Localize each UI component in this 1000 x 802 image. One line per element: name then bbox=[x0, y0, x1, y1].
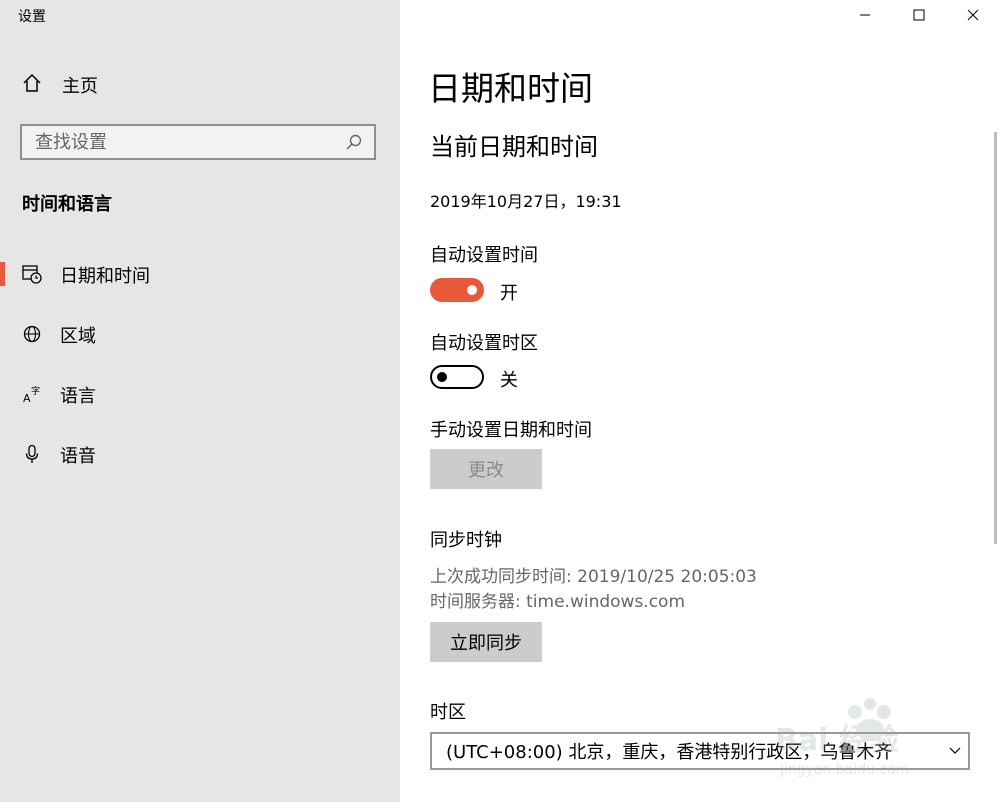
auto-timezone-toggle[interactable] bbox=[430, 365, 484, 389]
auto-time-toggle[interactable] bbox=[430, 278, 484, 302]
auto-timezone-state: 关 bbox=[500, 370, 518, 391]
microphone-icon bbox=[22, 444, 42, 464]
sidebar-item-label: 语音 bbox=[60, 446, 96, 467]
sidebar-item-region[interactable]: 区域 bbox=[0, 314, 400, 354]
sync-clock-label: 同步时钟 bbox=[430, 530, 502, 551]
home-label: 主页 bbox=[62, 76, 98, 97]
sidebar: 设置 主页 时间和语言 日期和时间 区域 A字 语言 bbox=[0, 0, 400, 802]
time-server-text: 时间服务器: time.windows.com bbox=[430, 592, 686, 612]
window-controls bbox=[838, 0, 1000, 30]
sidebar-item-label: 区域 bbox=[60, 326, 96, 347]
manual-datetime-label: 手动设置日期和时间 bbox=[430, 420, 592, 441]
search-box[interactable] bbox=[20, 124, 376, 160]
sidebar-item-label: 日期和时间 bbox=[60, 266, 150, 287]
current-datetime: 2019年10月27日，19:31 bbox=[430, 192, 622, 211]
auto-timezone-label: 自动设置时区 bbox=[430, 333, 538, 354]
section-title: 时间和语言 bbox=[22, 194, 112, 215]
calendar-clock-icon bbox=[22, 264, 42, 284]
baidu-watermark: Bai 经验 jingyan.baidu.com bbox=[760, 690, 960, 780]
active-indicator bbox=[0, 262, 5, 286]
watermark-text: Bai 经验 bbox=[775, 723, 899, 758]
home-nav-item[interactable]: 主页 bbox=[22, 72, 98, 98]
scrollbar[interactable] bbox=[994, 132, 997, 544]
close-button[interactable] bbox=[946, 0, 1000, 30]
timezone-label: 时区 bbox=[430, 702, 466, 723]
minimize-icon bbox=[859, 6, 871, 25]
home-icon bbox=[22, 73, 42, 97]
page-title: 日期和时间 bbox=[428, 69, 593, 108]
search-input[interactable] bbox=[22, 125, 344, 159]
sidebar-item-language[interactable]: A字 语言 bbox=[0, 374, 400, 414]
sync-now-button[interactable]: 立即同步 bbox=[430, 622, 542, 662]
sidebar-item-speech[interactable]: 语音 bbox=[0, 434, 400, 474]
sidebar-item-label: 语言 bbox=[60, 386, 96, 407]
auto-time-label: 自动设置时间 bbox=[430, 245, 538, 266]
maximize-button[interactable] bbox=[892, 0, 946, 30]
sidebar-item-date-time[interactable]: 日期和时间 bbox=[0, 254, 400, 294]
svg-text:字: 字 bbox=[31, 385, 40, 397]
search-icon[interactable] bbox=[344, 132, 364, 152]
watermark-url: jingyan.baidu.com bbox=[779, 762, 909, 778]
minimize-button[interactable] bbox=[838, 0, 892, 30]
change-button[interactable]: 更改 bbox=[430, 449, 542, 489]
svg-text:A: A bbox=[23, 392, 31, 404]
maximize-icon bbox=[913, 6, 925, 25]
app-title: 设置 bbox=[18, 9, 46, 25]
language-icon: A字 bbox=[22, 384, 42, 404]
last-sync-text: 上次成功同步时间: 2019/10/25 20:05:03 bbox=[430, 567, 757, 587]
globe-icon bbox=[22, 324, 42, 344]
auto-time-state: 开 bbox=[500, 283, 518, 304]
section-heading: 当前日期和时间 bbox=[430, 133, 598, 161]
main-content: 日期和时间 当前日期和时间 2019年10月27日，19:31 自动设置时间 开… bbox=[400, 0, 1000, 802]
close-icon bbox=[967, 6, 979, 25]
